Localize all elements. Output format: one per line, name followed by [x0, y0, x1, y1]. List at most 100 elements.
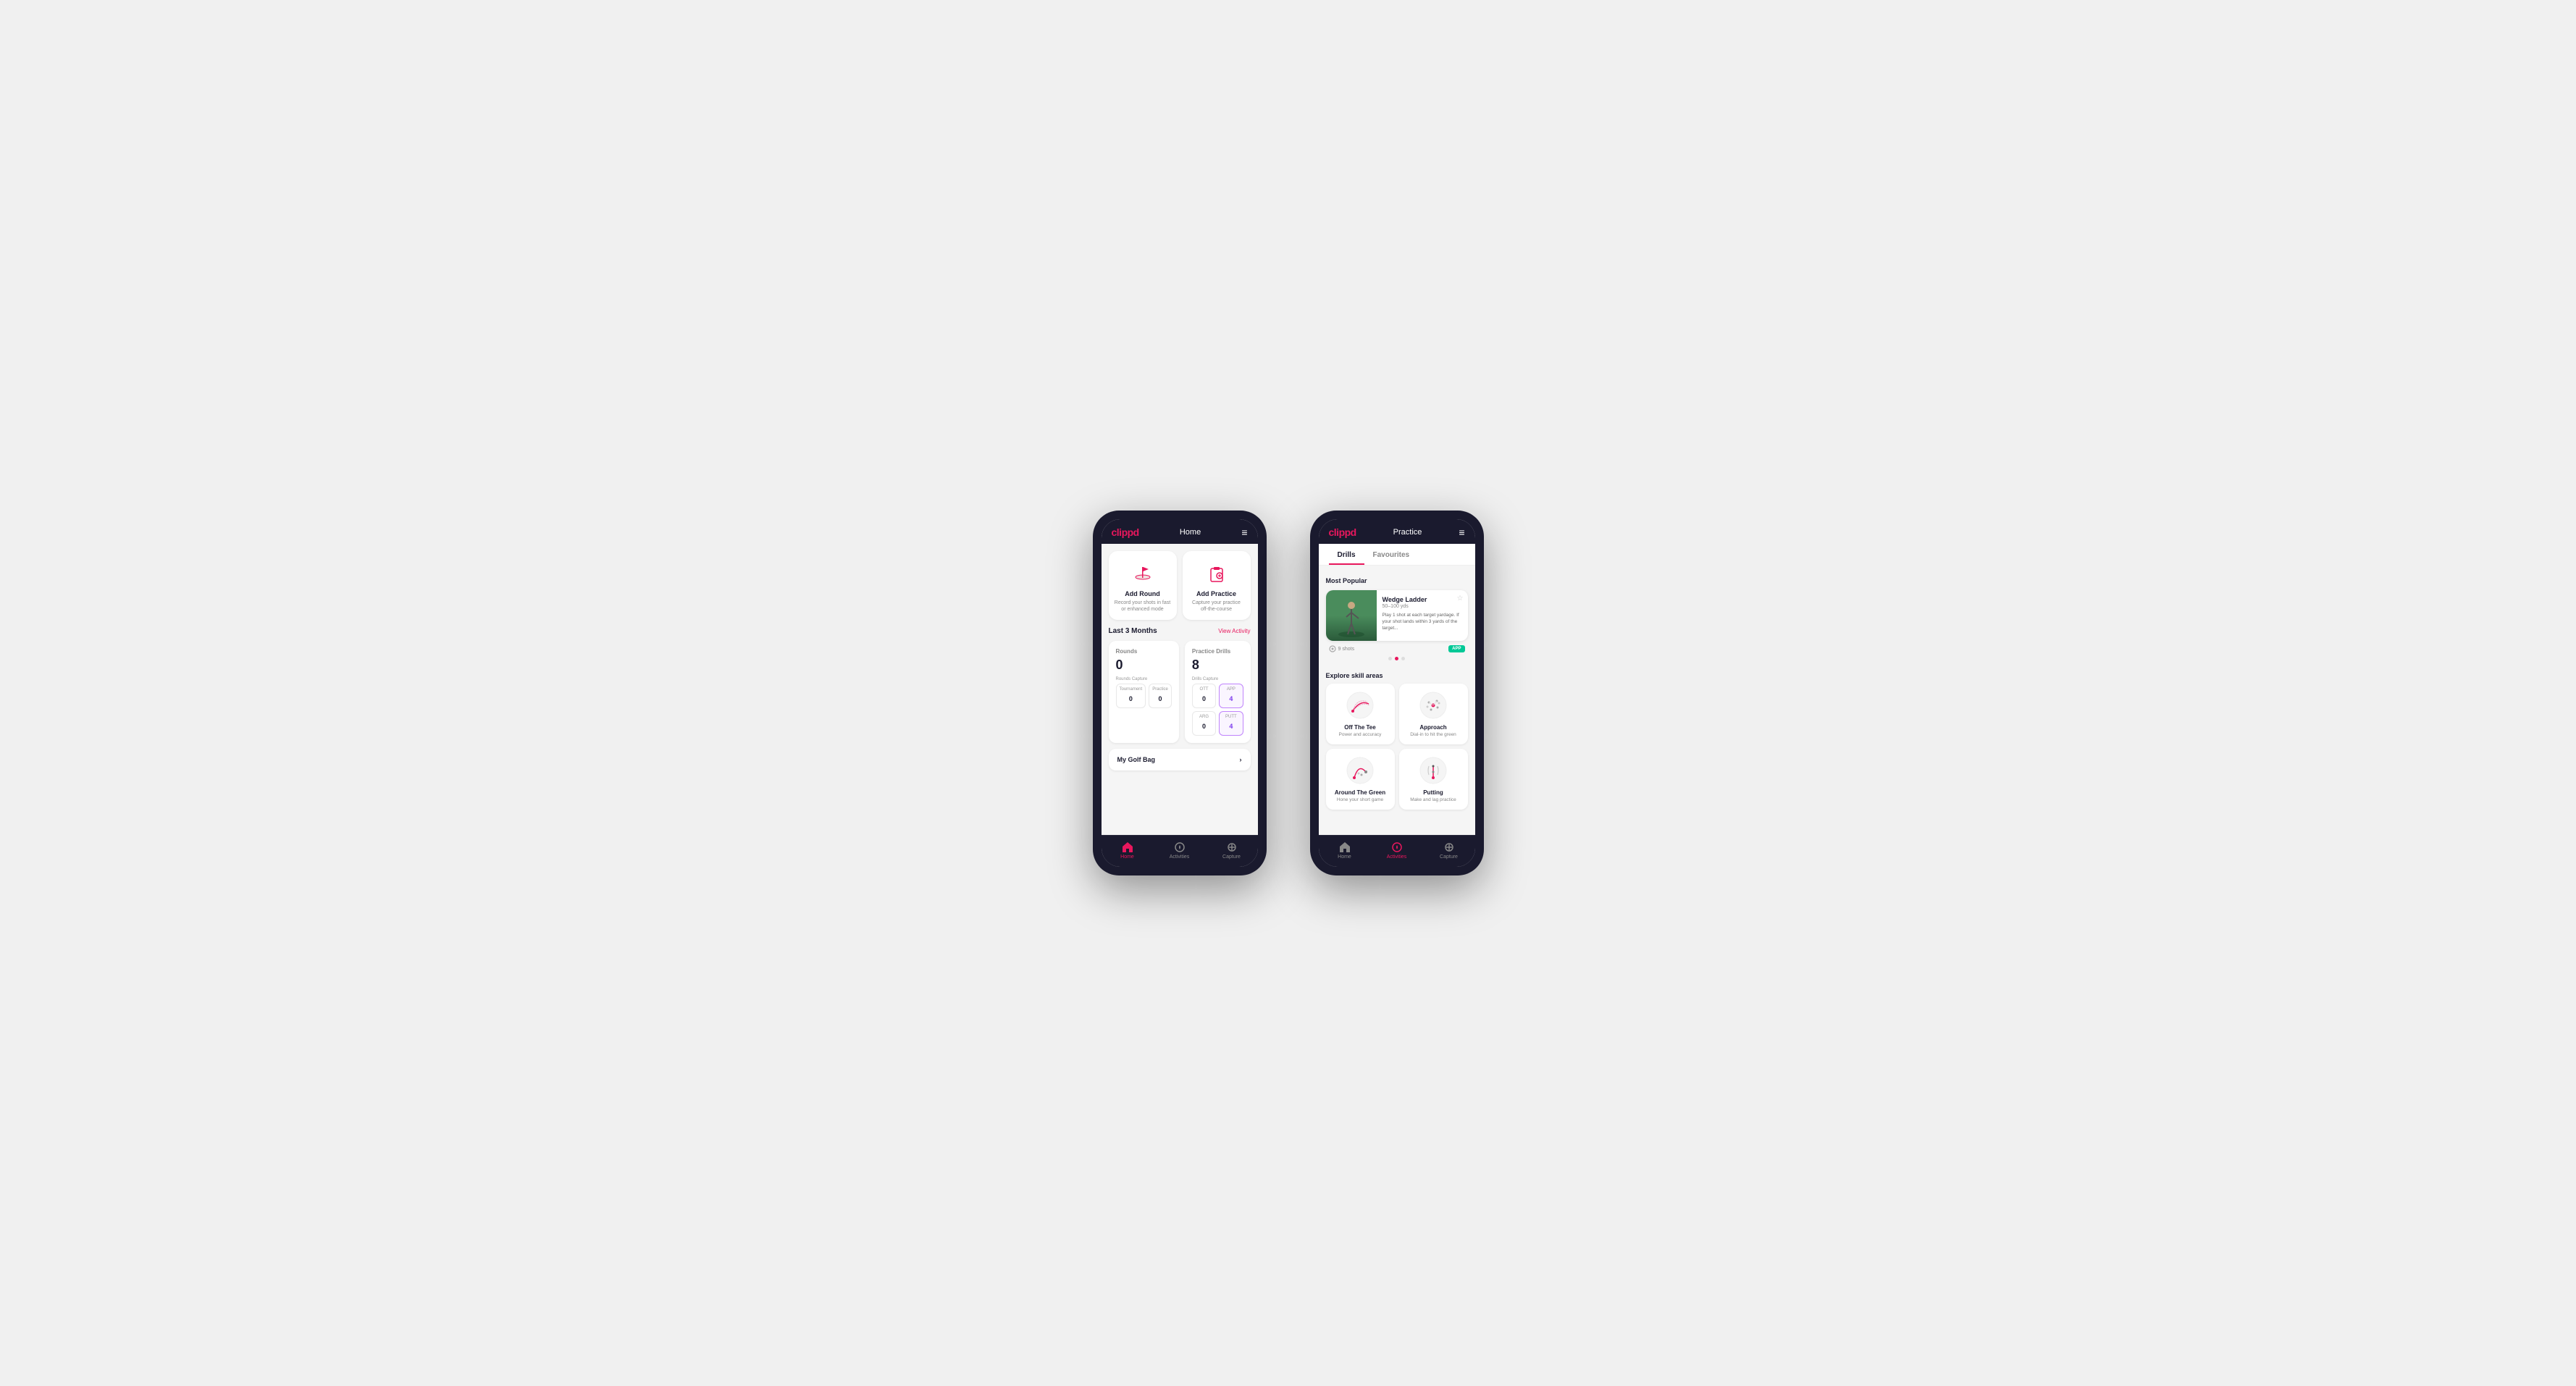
tab-favourites-label: Favourites — [1373, 551, 1410, 559]
logo-1: clippd — [1112, 526, 1139, 538]
flag-icon — [1130, 560, 1156, 586]
putt-value: 4 — [1229, 723, 1233, 730]
menu-icon-1[interactable]: ≡ — [1241, 526, 1247, 538]
header-2: clippd Practice ≡ — [1319, 519, 1475, 544]
ott-skill-desc: Power and accuracy — [1339, 732, 1382, 737]
approach-skill-title: Approach — [1419, 724, 1446, 731]
dot-1[interactable] — [1388, 657, 1392, 660]
nav-home-label-1: Home — [1120, 854, 1134, 860]
rounds-capture-label: Rounds Capture — [1116, 677, 1172, 681]
skill-card-approach[interactable]: Approach Dial-in to hit the green — [1399, 684, 1468, 744]
chevron-right-icon: › — [1240, 756, 1242, 763]
app-badge: APP — [1448, 645, 1464, 652]
tab-drills[interactable]: Drills — [1329, 544, 1364, 565]
add-practice-title: Add Practice — [1196, 590, 1236, 597]
skill-grid: Off The Tee Power and accuracy — [1326, 684, 1468, 810]
featured-section: Most Popular — [1319, 571, 1475, 672]
nav-activities-2[interactable]: Activities — [1371, 836, 1423, 867]
stats-row: Rounds 0 Rounds Capture Tournament 0 Pra… — [1109, 641, 1251, 743]
golf-bag-row[interactable]: My Golf Bag › — [1109, 749, 1251, 770]
drills-card: Practice Drills 8 Drills Capture OTT 0 A… — [1185, 641, 1251, 743]
nav-activities-label-1: Activities — [1170, 854, 1190, 860]
tournament-label: Tournament — [1120, 687, 1143, 692]
putt-box: PUTT 4 — [1219, 711, 1243, 736]
phone-2: clippd Practice ≡ Drills Favourites Most… — [1310, 511, 1484, 875]
carousel-dots — [1326, 657, 1468, 660]
putting-skill-desc: Make and lag practice — [1410, 797, 1456, 802]
nav-home-label-2: Home — [1338, 854, 1351, 860]
atg-skill-title: Around The Green — [1335, 789, 1385, 796]
skill-card-atg[interactable]: Around The Green Hone your short game — [1326, 749, 1395, 810]
ott-value: 0 — [1202, 695, 1206, 702]
featured-info: ☆ Wedge Ladder 50–100 yds Play 1 shot at… — [1377, 590, 1468, 641]
nav-capture-2[interactable]: Capture — [1423, 836, 1475, 867]
featured-yds: 50–100 yds — [1383, 604, 1462, 609]
golf-bag-label: My Golf Bag — [1117, 756, 1156, 763]
nav-activities-1[interactable]: Activities — [1154, 836, 1206, 867]
tournament-box: Tournament 0 — [1116, 684, 1146, 708]
capture-icon-1 — [1226, 841, 1238, 853]
atg-icon — [1346, 756, 1375, 785]
practice-value: 0 — [1159, 695, 1162, 702]
drills-sub-top: OTT 0 APP 4 — [1192, 684, 1243, 708]
arg-box: ARG 0 — [1192, 711, 1216, 736]
nav-activities-label-2: Activities — [1387, 854, 1407, 860]
screen-content-2: Most Popular — [1319, 566, 1475, 835]
logo-2: clippd — [1329, 526, 1356, 538]
putting-icon — [1419, 756, 1448, 785]
skill-card-off-the-tee[interactable]: Off The Tee Power and accuracy — [1326, 684, 1395, 744]
arg-label: ARG — [1196, 715, 1212, 719]
last-3-months-label: Last 3 Months — [1109, 627, 1157, 635]
phone-1-screen: clippd Home ≡ Add Round Record your — [1102, 519, 1258, 867]
view-activity-link[interactable]: View Activity — [1218, 628, 1250, 634]
nav-home-1[interactable]: Home — [1102, 836, 1154, 867]
add-practice-desc: Capture your practice off-the-course — [1188, 600, 1245, 613]
clipboard-icon — [1204, 560, 1230, 586]
drills-sub-bot: ARG 0 PUTT 4 — [1192, 711, 1243, 736]
featured-desc: Play 1 shot at each target yardage. If y… — [1383, 612, 1462, 631]
app-label: APP — [1222, 687, 1239, 692]
activity-header: Last 3 Months View Activity — [1109, 627, 1251, 635]
featured-title: Wedge Ladder — [1383, 596, 1462, 603]
practice-label: Practice — [1152, 687, 1168, 692]
rounds-total: 0 — [1116, 658, 1172, 673]
nav-capture-label-1: Capture — [1222, 854, 1241, 860]
skill-card-putting[interactable]: Putting Make and lag practice — [1399, 749, 1468, 810]
tab-favourites[interactable]: Favourites — [1364, 544, 1419, 565]
tabs-row: Drills Favourites — [1319, 544, 1475, 566]
skill-section-label: Explore skill areas — [1326, 672, 1468, 679]
header-1: clippd Home ≡ — [1102, 519, 1258, 544]
bottom-nav-2: Home Activities Capture — [1319, 835, 1475, 867]
nav-capture-1[interactable]: Capture — [1206, 836, 1258, 867]
dot-2[interactable] — [1395, 657, 1398, 660]
drills-title: Practice Drills — [1192, 648, 1243, 655]
home-icon-2 — [1339, 841, 1351, 853]
activities-icon-1 — [1174, 841, 1186, 853]
nav-home-2[interactable]: Home — [1319, 836, 1371, 867]
featured-footer: 9 shots APP — [1326, 645, 1468, 654]
drills-capture-label: Drills Capture — [1192, 677, 1243, 681]
activities-icon-2 — [1391, 841, 1403, 853]
dot-3[interactable] — [1401, 657, 1405, 660]
add-round-desc: Record your shots in fast or enhanced mo… — [1115, 600, 1171, 613]
quick-actions: Add Round Record your shots in fast or e… — [1109, 551, 1251, 620]
bottom-nav-1: Home Activities Capture — [1102, 835, 1258, 867]
title-1: Home — [1180, 528, 1201, 537]
app-box: APP 4 — [1219, 684, 1243, 708]
add-round-card[interactable]: Add Round Record your shots in fast or e… — [1109, 551, 1177, 620]
golf-scene — [1326, 590, 1377, 641]
most-popular-label: Most Popular — [1326, 577, 1468, 584]
approach-skill-desc: Dial-in to hit the green — [1410, 732, 1456, 737]
add-round-title: Add Round — [1125, 590, 1160, 597]
approach-icon — [1419, 691, 1448, 720]
app-value: 4 — [1229, 695, 1233, 702]
featured-card[interactable]: ☆ Wedge Ladder 50–100 yds Play 1 shot at… — [1326, 590, 1468, 641]
rounds-title: Rounds — [1116, 648, 1172, 655]
add-practice-card[interactable]: Add Practice Capture your practice off-t… — [1183, 551, 1251, 620]
phone-2-screen: clippd Practice ≡ Drills Favourites Most… — [1319, 519, 1475, 867]
menu-icon-2[interactable]: ≡ — [1459, 526, 1464, 538]
home-icon-1 — [1122, 841, 1133, 853]
practice-box: Practice 0 — [1149, 684, 1172, 708]
title-2: Practice — [1393, 528, 1422, 537]
star-icon[interactable]: ☆ — [1457, 595, 1464, 602]
